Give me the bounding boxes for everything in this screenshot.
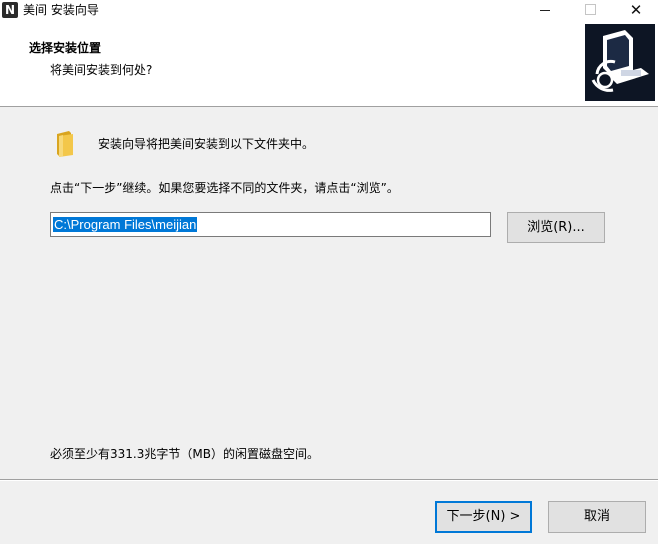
maximize-button[interactable] [567, 0, 613, 20]
folder-icon [55, 131, 75, 157]
instruction-text: 点击“下一步”继续。如果您要选择不同的文件夹，请点击“浏览”。 [50, 181, 399, 195]
next-button[interactable]: 下一步(N) > [435, 501, 532, 533]
close-icon: ✕ [629, 1, 643, 19]
browse-button[interactable]: 浏览(R)... [507, 212, 605, 243]
install-path-input[interactable]: C:\Program Files\meijian [50, 212, 491, 237]
close-button[interactable]: ✕ [613, 0, 658, 20]
install-path-value: C:\Program Files\meijian [53, 217, 198, 232]
installer-logo-icon [585, 24, 655, 101]
window-title: 美间 安装向导 [23, 3, 99, 17]
wizard-header: 选择安装位置 将美间安装到何处? [0, 20, 658, 107]
page-title: 选择安装位置 [29, 41, 102, 55]
page-subtitle: 将美间安装到何处? [50, 63, 153, 77]
intro-text: 安装向导将把美间安装到以下文件夹中。 [98, 137, 315, 151]
minimize-button[interactable] [521, 0, 567, 20]
maximize-icon [585, 4, 596, 15]
cancel-button[interactable]: 取消 [548, 501, 646, 533]
app-icon: N [2, 2, 18, 18]
disk-space-text: 必须至少有331.3兆字节（MB）的闲置磁盘空间。 [50, 447, 319, 461]
title-bar: N 美间 安装向导 ✕ [0, 0, 658, 20]
app-icon-glyph: N [4, 3, 16, 17]
footer-divider-highlight [0, 480, 658, 481]
minimize-icon [540, 10, 550, 11]
